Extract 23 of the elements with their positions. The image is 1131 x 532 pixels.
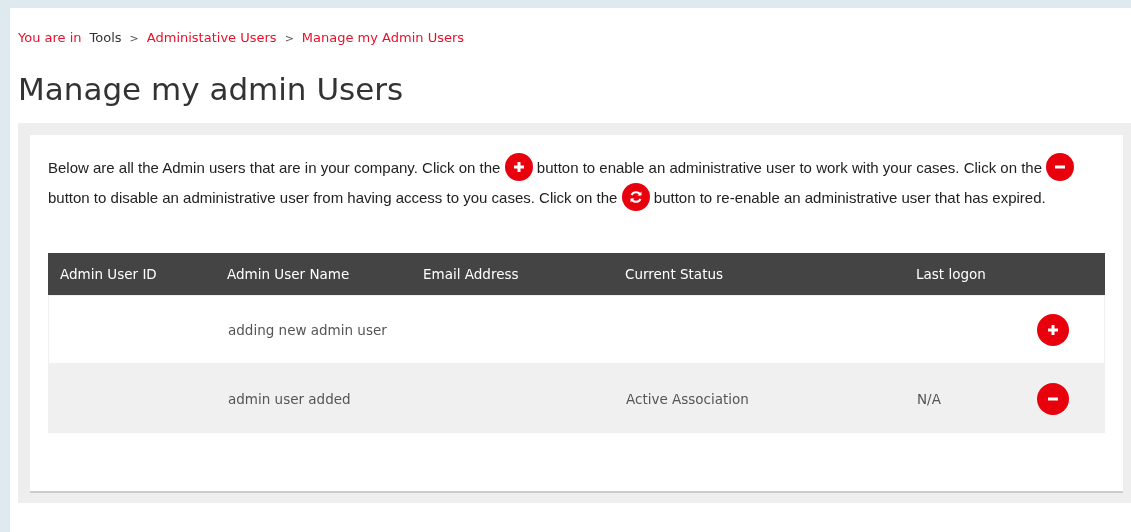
column-header: Last logon [916, 266, 987, 282]
column-header: Email Address [423, 266, 520, 282]
breadcrumb-link[interactable]: Administative Users [146, 30, 277, 45]
table-cell-text: N/A [917, 390, 942, 407]
page-title: Manage my admin Users [18, 71, 405, 107]
table-cell-text: admin user added [228, 390, 352, 407]
column-header: Admin User Name [227, 266, 351, 282]
breadcrumb-label: You are in [18, 30, 82, 45]
breadcrumb-separator: > [284, 32, 294, 45]
plus-icon [504, 153, 533, 182]
breadcrumb-separator: > [129, 32, 139, 45]
table-cell-text: Active Association [626, 390, 750, 407]
column-header: Admin User ID [60, 266, 158, 282]
minus-icon [1046, 153, 1075, 182]
add-button[interactable] [1037, 313, 1069, 346]
plus-icon [1046, 322, 1060, 337]
column-header: Current Status [625, 266, 724, 282]
remove-button[interactable] [1037, 382, 1069, 415]
table-cell-text: adding new admin user [228, 321, 388, 338]
instructions-paragraph: Below are all the Admin users that are in your company. Click on the button to enable an administrative user to work with your cases. Click on the button to disable an administrative user from having access to you cases. Click on the button to re-enable an administrative user that has expired. [48, 153, 1105, 213]
breadcrumb-link[interactable]: Manage my Admin Users [301, 30, 465, 45]
refresh-icon [621, 183, 650, 212]
breadcrumb-link[interactable]: Tools [89, 30, 122, 45]
